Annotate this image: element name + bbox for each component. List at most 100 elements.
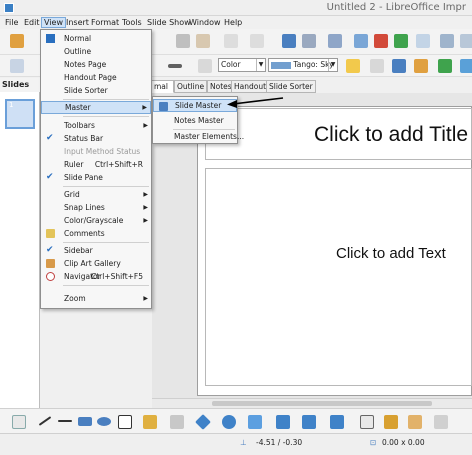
arrange-icon[interactable] xyxy=(438,59,452,73)
position-icon: ⊥ xyxy=(240,438,247,447)
insert-image-icon[interactable] xyxy=(408,415,422,429)
checkmark-icon: ✔ xyxy=(46,172,54,182)
menu-bar: File Edit View Insert Format Tools Slide… xyxy=(0,16,472,29)
table-icon[interactable] xyxy=(328,34,342,48)
shadow-icon[interactable] xyxy=(346,59,360,73)
block-arrows-icon[interactable] xyxy=(248,415,262,429)
align-icon[interactable] xyxy=(414,59,428,73)
menu-item-label: Sidebar xyxy=(64,246,93,255)
menu-view[interactable]: View xyxy=(41,17,66,28)
menu-item-comments[interactable]: Comments xyxy=(41,227,151,240)
paste-icon[interactable] xyxy=(176,34,190,48)
select-arrow-icon[interactable] xyxy=(12,415,26,429)
menu-item-label: Input Method Status xyxy=(64,147,141,156)
line-width-icon[interactable] xyxy=(168,64,182,68)
points-icon[interactable] xyxy=(360,415,374,429)
menu-item-outline[interactable]: Outline xyxy=(41,45,151,58)
menu-item-notes-master[interactable]: Notes Master xyxy=(153,114,237,127)
area-style-icon[interactable] xyxy=(198,59,212,73)
menu-item-label: Slide Master xyxy=(175,101,222,110)
fontwork-icon[interactable] xyxy=(434,415,448,429)
curve-icon[interactable] xyxy=(143,415,157,429)
callouts-icon[interactable] xyxy=(302,415,316,429)
menu-window[interactable]: Window xyxy=(187,17,223,28)
horizontal-scrollbar[interactable] xyxy=(152,398,472,408)
tab-handout[interactable]: Handout xyxy=(231,80,270,93)
position-readout: -4.51 / -0.30 xyxy=(256,438,303,447)
rectangle-icon[interactable] xyxy=(78,417,92,426)
clone-format-icon[interactable] xyxy=(196,34,210,48)
spelling-icon[interactable] xyxy=(282,34,296,48)
menu-item-toolbars[interactable]: Toolbars ▶ xyxy=(41,119,151,132)
flowchart-icon[interactable] xyxy=(276,415,290,429)
view-menu-dropdown: Normal Outline Notes Page Handout Page S… xyxy=(40,29,152,309)
menu-item-slide-pane[interactable]: ✔ Slide Pane xyxy=(41,171,151,184)
menu-item-master[interactable]: Master ▶ xyxy=(41,101,151,114)
chart-icon[interactable] xyxy=(374,34,388,48)
basic-shapes-icon[interactable] xyxy=(195,414,211,430)
menu-item-status-bar[interactable]: ✔ Status Bar xyxy=(41,132,151,145)
menu-item-ruler[interactable]: Ruler Ctrl+Shift+R xyxy=(41,158,151,171)
menu-item-snap-lines[interactable]: Snap Lines ▶ xyxy=(41,201,151,214)
menu-slide-show[interactable]: Slide Show xyxy=(145,17,193,28)
menu-item-handout-page[interactable]: Handout Page xyxy=(41,71,151,84)
glue-points-icon[interactable] xyxy=(384,415,398,429)
helplines-icon[interactable] xyxy=(460,34,472,48)
fill-style-combo[interactable]: Color ▼ xyxy=(218,58,266,72)
chevron-down-icon: ▼ xyxy=(256,59,265,71)
menu-separator xyxy=(63,242,149,243)
stars-icon[interactable] xyxy=(330,415,344,429)
menu-item-clip-art-gallery[interactable]: Clip Art Gallery xyxy=(41,257,151,270)
crop-icon[interactable] xyxy=(370,59,384,73)
body-placeholder-box[interactable] xyxy=(205,168,472,386)
select-icon[interactable] xyxy=(460,59,472,73)
menu-format[interactable]: Format xyxy=(89,17,121,28)
menu-item-normal[interactable]: Normal xyxy=(41,32,151,45)
line-arrow-icon[interactable] xyxy=(58,420,72,422)
redo-icon[interactable] xyxy=(250,34,264,48)
submenu-arrow-icon: ▶ xyxy=(143,295,148,302)
tab-slide-sorter[interactable]: Slide Sorter xyxy=(266,80,316,93)
slides-panel-header: Slides xyxy=(0,78,40,92)
tab-normal[interactable]: mal xyxy=(152,80,174,93)
menu-item-zoom[interactable]: Zoom ▶ xyxy=(41,292,151,305)
menu-help[interactable]: Help xyxy=(222,17,244,28)
fill-color-combo[interactable]: Tango: Sky ▼ xyxy=(268,58,338,72)
scrollbar-thumb[interactable] xyxy=(212,401,432,406)
ellipse-icon[interactable] xyxy=(97,417,111,426)
display-grid-icon[interactable] xyxy=(440,34,454,48)
menu-item-label: Clip Art Gallery xyxy=(64,259,121,268)
new-document-icon[interactable] xyxy=(10,34,24,48)
menu-item-sidebar[interactable]: ✔ Sidebar xyxy=(41,244,151,257)
tab-outline[interactable]: Outline xyxy=(174,80,208,93)
line-icon[interactable] xyxy=(38,416,52,426)
undo-icon[interactable] xyxy=(224,34,238,48)
text-box-icon[interactable] xyxy=(118,415,132,429)
menu-insert[interactable]: Insert xyxy=(64,17,91,28)
body-placeholder-text[interactable]: Click to add Text xyxy=(336,245,446,262)
menu-item-grid[interactable]: Grid ▶ xyxy=(41,188,151,201)
menu-file[interactable]: File xyxy=(3,17,20,28)
menu-separator xyxy=(63,116,149,117)
fill-style-value: Color xyxy=(221,60,241,69)
menu-item-color-grayscale[interactable]: Color/Grayscale ▶ xyxy=(41,214,151,227)
menu-item-master-elements[interactable]: Master Elements... xyxy=(153,130,244,143)
menu-item-slide-sorter[interactable]: Slide Sorter xyxy=(41,84,151,97)
title-placeholder-text[interactable]: Click to add Title xyxy=(314,123,468,147)
menu-tools[interactable]: Tools xyxy=(120,17,144,28)
menu-edit[interactable]: Edit xyxy=(22,17,42,28)
symbol-shapes-icon[interactable] xyxy=(222,415,236,429)
menu-item-label: Slide Sorter xyxy=(64,86,108,95)
movie-icon[interactable] xyxy=(394,34,408,48)
find-replace-icon[interactable] xyxy=(302,34,316,48)
slide-master-icon xyxy=(159,102,168,111)
image-icon[interactable] xyxy=(354,34,368,48)
menu-item-label: Ruler xyxy=(64,160,84,169)
menu-item-notes-page[interactable]: Notes Page xyxy=(41,58,151,71)
styles-icon[interactable] xyxy=(10,59,24,73)
connector-icon[interactable] xyxy=(170,415,184,429)
transform-icon[interactable] xyxy=(392,59,406,73)
menu-item-navigator[interactable]: Navigator Ctrl+Shift+F5 xyxy=(41,270,151,283)
slide-thumbnail[interactable]: 1 xyxy=(5,99,35,129)
slide-show-icon[interactable] xyxy=(416,34,430,48)
